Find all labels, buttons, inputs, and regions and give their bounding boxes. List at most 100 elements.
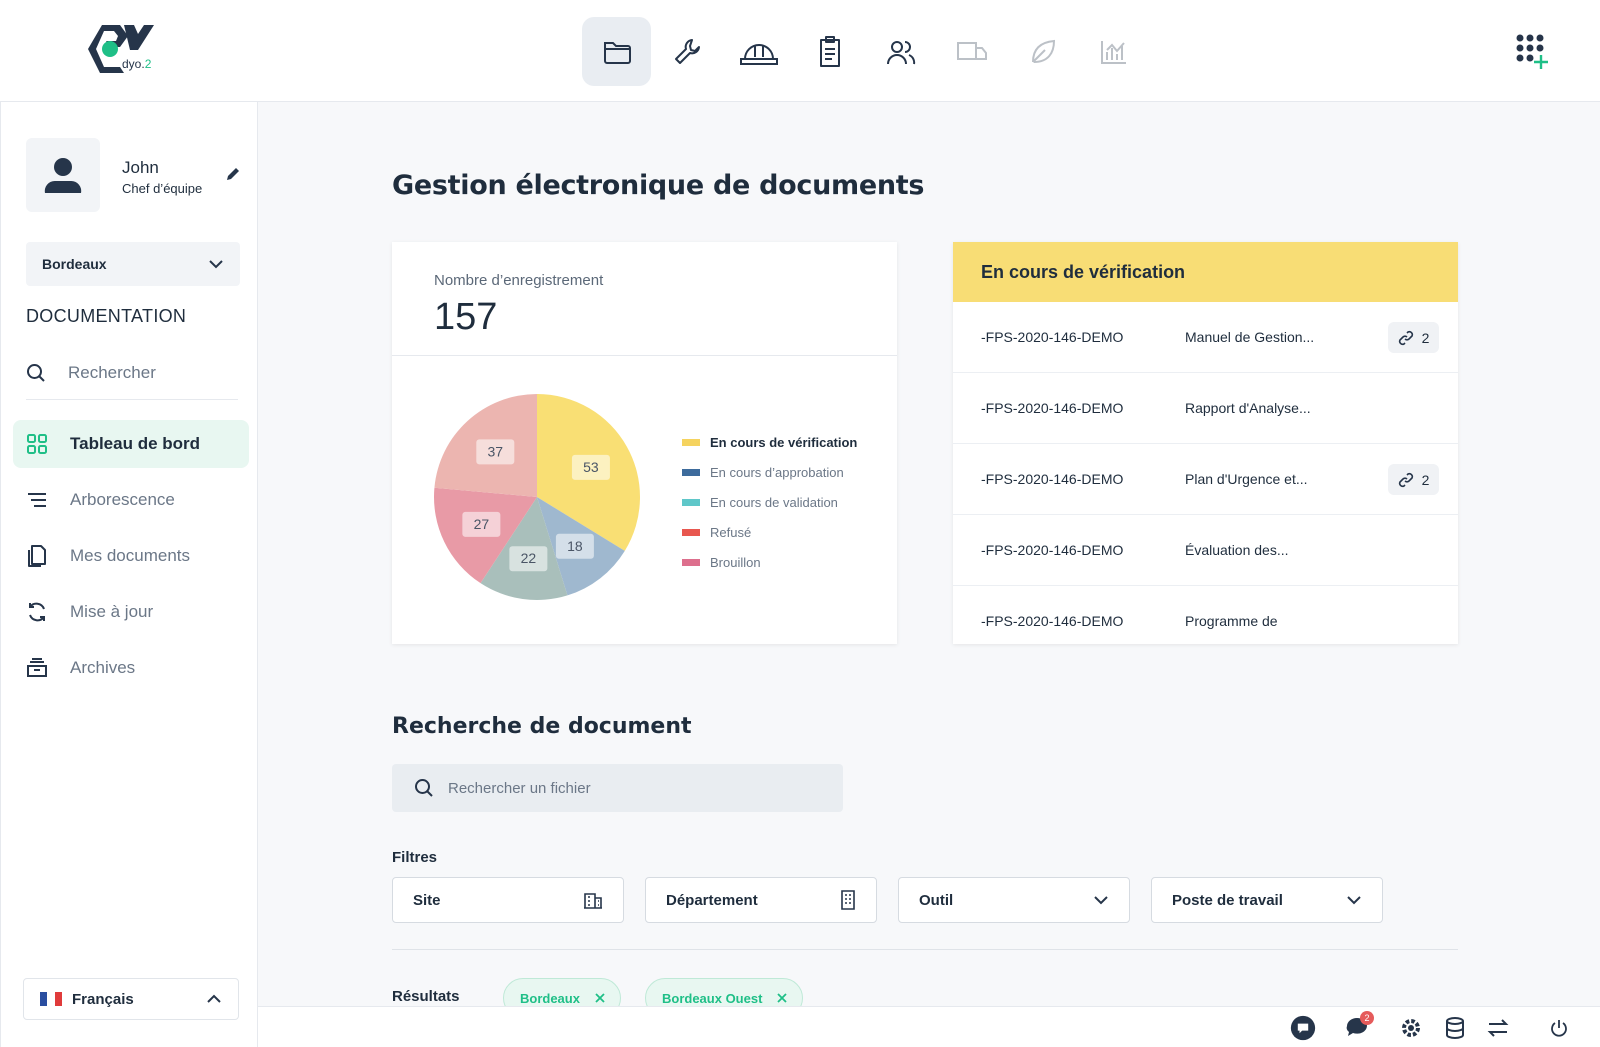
power-icon[interactable] — [1546, 1015, 1572, 1041]
filter-department[interactable]: Département — [645, 877, 877, 923]
legend-item[interactable]: Brouillon — [682, 547, 857, 577]
sidebar-item-updates[interactable]: Mise à jour — [13, 588, 249, 636]
sidebar: John Chef d’équipe Bordeaux DOCUMENTATIO… — [0, 102, 258, 1047]
chat-icon[interactable] — [1290, 1015, 1316, 1041]
filter-workstation[interactable]: Poste de travail — [1151, 877, 1383, 923]
sidebar-item-my-documents[interactable]: Mes documents — [13, 532, 249, 580]
user-role: Chef d’équipe — [122, 181, 203, 196]
file-search-field[interactable] — [392, 764, 843, 812]
pie-label-text: 37 — [488, 443, 504, 459]
sidebar-item-archives[interactable]: Archives — [13, 644, 249, 692]
tab-environment[interactable] — [1008, 17, 1077, 86]
pie-label-text: 53 — [583, 459, 599, 475]
building-icon — [584, 893, 602, 909]
folder-icon — [603, 41, 631, 64]
site-select[interactable]: Bordeaux — [26, 242, 240, 286]
document-name: Manuel de Gestion... — [1185, 329, 1315, 345]
edit-icon[interactable] — [225, 166, 241, 182]
verification-row[interactable]: -FPS-2020-146-DEMO Programme de — [953, 586, 1458, 644]
database-icon[interactable] — [1442, 1015, 1468, 1041]
close-icon[interactable] — [594, 992, 606, 1004]
verification-header: En cours de vérification — [953, 242, 1458, 302]
section-heading: DOCUMENTATION — [26, 306, 187, 326]
document-ref: -FPS-2020-146-DEMO — [981, 400, 1124, 416]
close-icon[interactable] — [776, 992, 788, 1004]
truck-icon — [956, 41, 987, 60]
legend-label: En cours d’approbation — [710, 464, 844, 480]
tab-analytics[interactable] — [1079, 17, 1148, 86]
users-icon — [886, 40, 915, 64]
search-section-title: Recherche de document — [392, 714, 692, 739]
apps-grid-plus-icon[interactable] — [1516, 34, 1550, 70]
tab-documents[interactable] — [582, 17, 651, 86]
building-tall-icon — [841, 890, 855, 910]
sidebar-item-tree[interactable]: Arborescence — [13, 476, 249, 524]
legend-item[interactable]: Refusé — [682, 517, 857, 547]
refresh-icon — [29, 602, 45, 622]
chevron-down-icon — [209, 260, 223, 269]
logo-text: dyo.2 — [122, 57, 152, 71]
document-name: Évaluation des... — [1185, 542, 1289, 558]
tab-maintenance[interactable] — [653, 17, 722, 86]
results-label: Résultats — [392, 988, 460, 1005]
clipboard-icon — [819, 35, 840, 67]
pie-data-label: 37 — [476, 439, 515, 465]
logo[interactable]: dyo.2 — [80, 22, 180, 80]
legend-item[interactable]: En cours d’approbation — [682, 457, 857, 487]
tab-people[interactable] — [866, 17, 935, 86]
stats-card: Nombre d’enregistrement 157 53 18 22 27 37 E… — [392, 242, 897, 644]
filter-label: Poste de travail — [1172, 891, 1283, 909]
dashboard-icon — [27, 434, 47, 454]
language-select[interactable]: Français — [23, 978, 239, 1020]
tab-forms[interactable] — [795, 17, 864, 86]
document-ref: -FPS-2020-146-DEMO — [981, 542, 1124, 558]
legend-swatch — [682, 438, 700, 446]
filter-tool[interactable]: Outil — [898, 877, 1130, 923]
document-ref: -FPS-2020-146-DEMO — [981, 329, 1124, 345]
verification-row[interactable]: -FPS-2020-146-DEMO Manuel de Gestion... … — [953, 302, 1458, 373]
language-label: Français — [72, 990, 134, 1008]
sidebar-item-label: Arborescence — [70, 490, 175, 509]
tab-logistics[interactable] — [937, 17, 1006, 86]
legend-label: En cours de validation — [710, 494, 838, 510]
filters-label: Filtres — [392, 849, 438, 866]
links-badge[interactable]: 2 — [1388, 464, 1439, 495]
sidebar-menu: Tableau de bord Arborescence Mes documen… — [13, 420, 249, 700]
filter-label: Site — [413, 891, 441, 909]
document-name: Rapport d'Analyse... — [1185, 400, 1311, 416]
document-name: Plan d'Urgence et... — [1185, 471, 1308, 487]
legend-swatch — [682, 558, 700, 566]
avatar[interactable] — [26, 138, 100, 212]
sidebar-item-label: Mise à jour — [70, 602, 154, 621]
swap-icon[interactable] — [1485, 1015, 1511, 1041]
verification-title: En cours de vérification — [981, 261, 1186, 282]
wrench-icon — [674, 38, 700, 64]
verification-row[interactable]: -FPS-2020-146-DEMO Plan d'Urgence et... … — [953, 444, 1458, 515]
legend-item[interactable]: En cours de vérification — [682, 427, 857, 457]
bar-chart-icon — [1100, 40, 1126, 64]
sidebar-search[interactable]: Rechercher — [26, 346, 238, 400]
notifications-icon[interactable]: 2 — [1344, 1011, 1374, 1041]
sidebar-item-dashboard[interactable]: Tableau de bord — [13, 420, 249, 468]
sidebar-search-placeholder: Rechercher — [68, 362, 156, 382]
filter-site[interactable]: Site — [392, 877, 624, 923]
top-bar: dyo.2 — [0, 0, 1600, 102]
links-count: 2 — [1421, 329, 1430, 346]
user-profile: John Chef d’équipe — [26, 138, 246, 212]
sidebar-item-label: Mes documents — [70, 546, 190, 565]
search-icon — [27, 363, 45, 382]
legend-item[interactable]: En cours de validation — [682, 487, 857, 517]
links-badge[interactable]: 2 — [1388, 322, 1439, 353]
settings-icon[interactable] — [1398, 1015, 1424, 1041]
pie-data-label: 22 — [509, 546, 548, 572]
legend-label: En cours de vérification — [710, 434, 858, 450]
tab-safety[interactable] — [724, 17, 793, 86]
verification-row[interactable]: -FPS-2020-146-DEMO Évaluation des... — [953, 515, 1458, 586]
chart-legend: En cours de vérification En cours d’appro… — [682, 427, 857, 577]
pie-chart: 53 18 22 27 37 — [432, 392, 642, 602]
stats-label: Nombre d’enregistrement — [434, 272, 604, 289]
chevron-up-icon — [207, 994, 221, 1003]
file-search-input[interactable] — [448, 779, 828, 797]
verification-row[interactable]: -FPS-2020-146-DEMO Rapport d'Analyse... — [953, 373, 1458, 444]
legend-label: Brouillon — [710, 554, 761, 570]
